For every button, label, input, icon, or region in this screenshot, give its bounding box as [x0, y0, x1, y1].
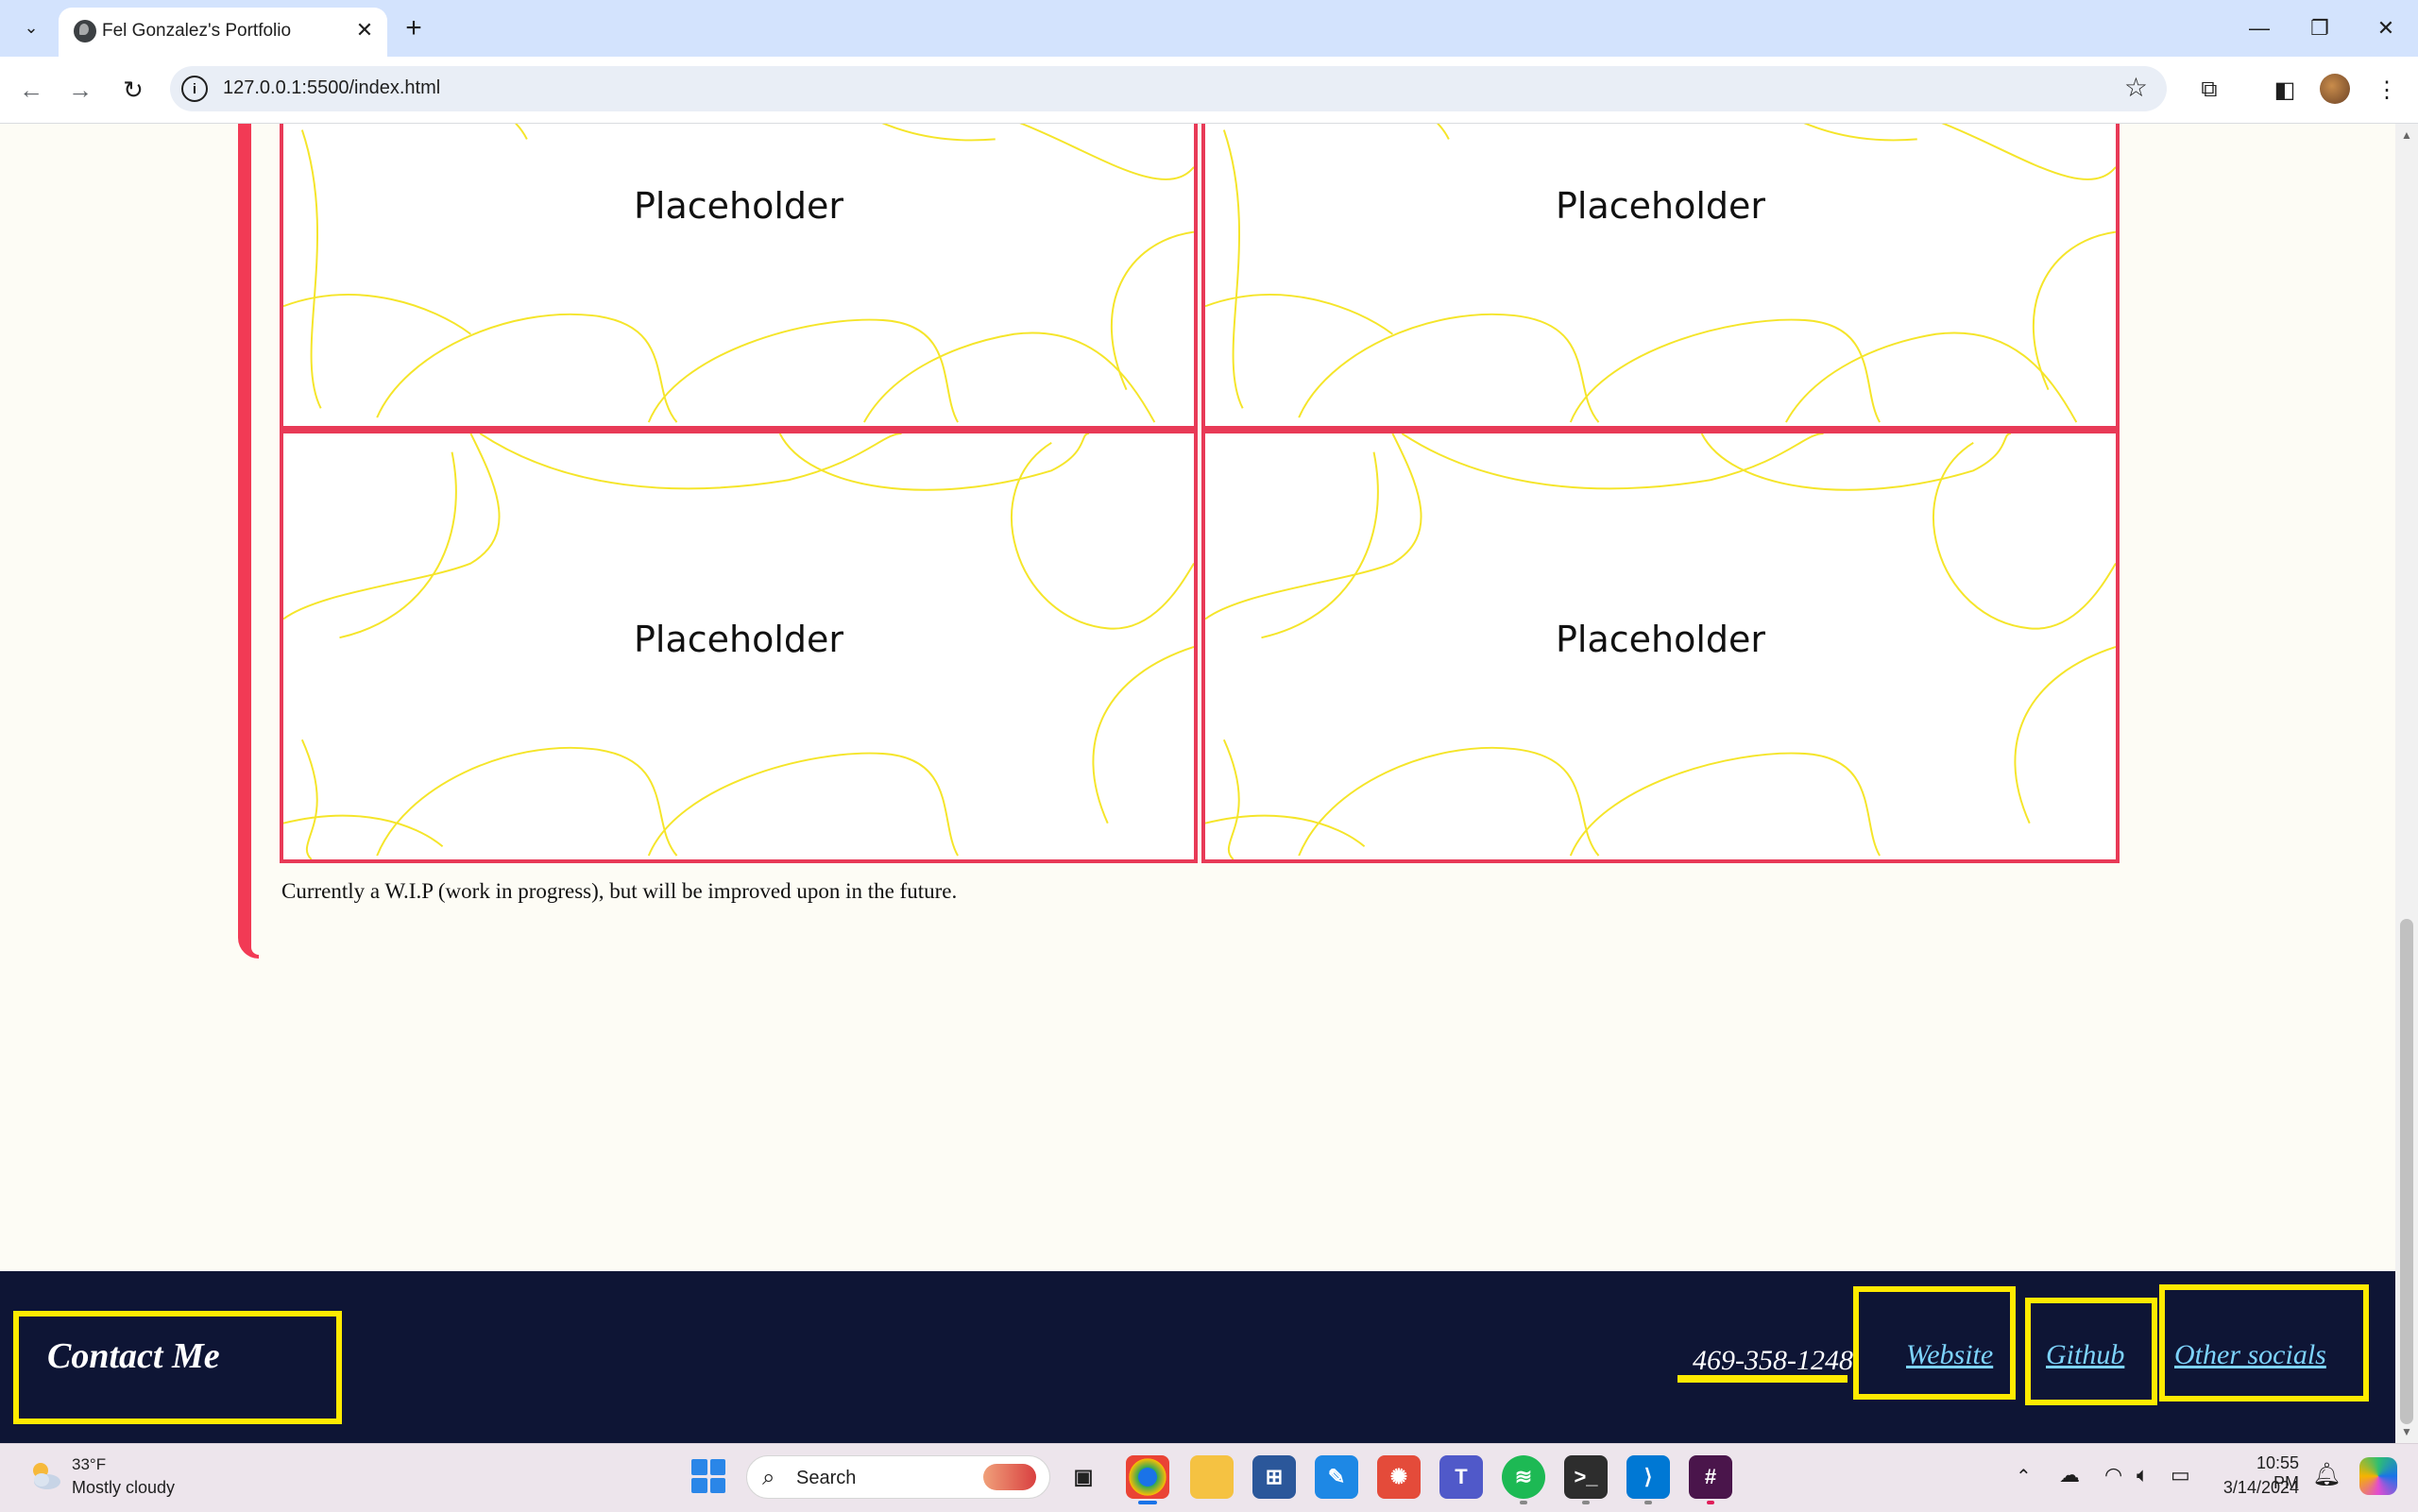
onedrive-icon[interactable]: ☁ [2059, 1463, 2080, 1487]
windows-start-icon[interactable] [691, 1459, 725, 1493]
placeholder-label: Placeholder [633, 619, 844, 660]
weather-temperature[interactable]: 33°F [72, 1455, 106, 1474]
scroll-up-arrow-icon[interactable]: ▲ [2395, 124, 2418, 146]
tab-title: Fel Gonzalez's Portfolio [102, 21, 292, 41]
taskbar-search-box[interactable]: ⌕ Search [746, 1455, 1050, 1499]
project-card[interactable]: Placeholder [280, 430, 1198, 863]
windows-taskbar: 33°F Mostly cloudy ⌕ Search ▣ ⊞ ✎ ✺ T ≋ … [0, 1443, 2418, 1512]
contact-heading: Contact Me [47, 1336, 220, 1376]
project-card[interactable]: Placeholder [1201, 430, 2120, 863]
scroll-down-arrow-icon[interactable]: ▼ [2395, 1420, 2418, 1443]
browser-tab-active[interactable]: Fel Gonzalez's Portfolio ✕ [59, 8, 387, 57]
tab-search-chevron-icon[interactable]: ⌄ [15, 11, 47, 43]
battery-icon[interactable]: ▭ [2171, 1463, 2190, 1487]
partly-cloudy-weather-icon[interactable] [26, 1457, 64, 1495]
scrollbar-thumb[interactable] [2400, 919, 2413, 1424]
forward-arrow-icon[interactable]: → [62, 72, 98, 108]
microsoft-store-icon[interactable]: ⊞ [1252, 1455, 1296, 1499]
show-hidden-icons-chevron-icon[interactable]: ⌃ [2016, 1465, 2032, 1488]
teams-icon[interactable]: T [1439, 1455, 1483, 1499]
notification-bell-icon[interactable]: 🔔︎ [2312, 1461, 2341, 1488]
side-panel-icon[interactable]: ◧ [2267, 72, 2303, 108]
phone-number: 469-358-1248 [1693, 1345, 1853, 1376]
red-app-icon[interactable]: ✺ [1377, 1455, 1421, 1499]
squiggle-background [283, 124, 1194, 423]
terminal-icon[interactable]: >_ [1564, 1455, 1608, 1504]
slack-icon[interactable]: # [1689, 1455, 1732, 1504]
section-accent-rule [238, 124, 259, 959]
wip-note: Currently a W.I.P (work in progress), bu… [281, 879, 958, 903]
search-icon: ⌕ [762, 1465, 775, 1490]
menu-kebab-icon[interactable]: ⋮ [2369, 72, 2405, 108]
profile-avatar[interactable] [2320, 74, 2350, 104]
extensions-puzzle-icon[interactable]: ⧉ [2191, 72, 2227, 108]
volume-icon[interactable]: 🔈︎ [2137, 1463, 2149, 1487]
clock-date[interactable]: 3/14/2024 [2214, 1478, 2299, 1498]
site-info-icon[interactable]: i [181, 76, 208, 102]
squiggle-background [1205, 124, 2116, 423]
project-card[interactable]: Placeholder [280, 124, 1198, 430]
website-link[interactable]: Website [1906, 1339, 1993, 1371]
file-explorer-icon[interactable] [1190, 1455, 1234, 1499]
new-tab-plus-icon[interactable]: + [397, 11, 431, 45]
task-view-icon[interactable]: ▣ [1062, 1455, 1105, 1499]
placeholder-label: Placeholder [1555, 185, 1766, 227]
close-window-icon[interactable]: ✕ [2358, 9, 2414, 47]
close-tab-icon[interactable]: ✕ [351, 17, 378, 43]
reload-icon[interactable]: ↻ [115, 72, 151, 108]
placeholder-label: Placeholder [633, 185, 844, 227]
chrome-app-icon[interactable] [1126, 1455, 1169, 1504]
copilot-icon[interactable] [2359, 1457, 2397, 1495]
minimize-window-icon[interactable]: — [2231, 9, 2288, 47]
browser-tab-strip: ⌄ Fel Gonzalez's Portfolio ✕ + — ❐ ✕ [0, 0, 2418, 57]
url-text[interactable]: 127.0.0.1:5500/index.html [223, 77, 440, 99]
back-arrow-icon[interactable]: ← [13, 72, 49, 108]
address-bar[interactable]: i 127.0.0.1:5500/index.html ☆ [170, 66, 2167, 111]
page-scrollbar[interactable]: ▲ ▼ [2395, 124, 2418, 1443]
projects-grid: Placeholder Placeholder Placeholder Plac… [280, 124, 2123, 870]
placeholder-label: Placeholder [1555, 619, 1766, 660]
search-highlight-icon [983, 1464, 1036, 1490]
spotify-icon[interactable]: ≋ [1502, 1455, 1545, 1504]
bookmark-star-icon[interactable]: ☆ [2124, 72, 2148, 103]
other-socials-link[interactable]: Other socials [2174, 1339, 2326, 1371]
phone-underline [1677, 1375, 1848, 1383]
contact-footer: Contact Me 469-358-1248 Website Github O… [0, 1271, 2395, 1443]
vscode-icon[interactable]: ⟩ [1626, 1455, 1670, 1504]
globe-favicon-icon [74, 20, 96, 42]
restore-window-icon[interactable]: ❐ [2291, 9, 2348, 47]
search-placeholder: Search [796, 1468, 857, 1488]
weather-description[interactable]: Mostly cloudy [72, 1478, 175, 1498]
page-viewport: Placeholder Placeholder Placeholder Plac… [0, 124, 2395, 1443]
wifi-icon[interactable]: ◠ [2104, 1463, 2122, 1487]
browser-toolbar: ← → ↻ i 127.0.0.1:5500/index.html ☆ ⧉ ◧ … [0, 57, 2418, 124]
drawing-app-icon[interactable]: ✎ [1315, 1455, 1358, 1499]
project-card[interactable]: Placeholder [1201, 124, 2120, 430]
github-link[interactable]: Github [2046, 1339, 2124, 1371]
